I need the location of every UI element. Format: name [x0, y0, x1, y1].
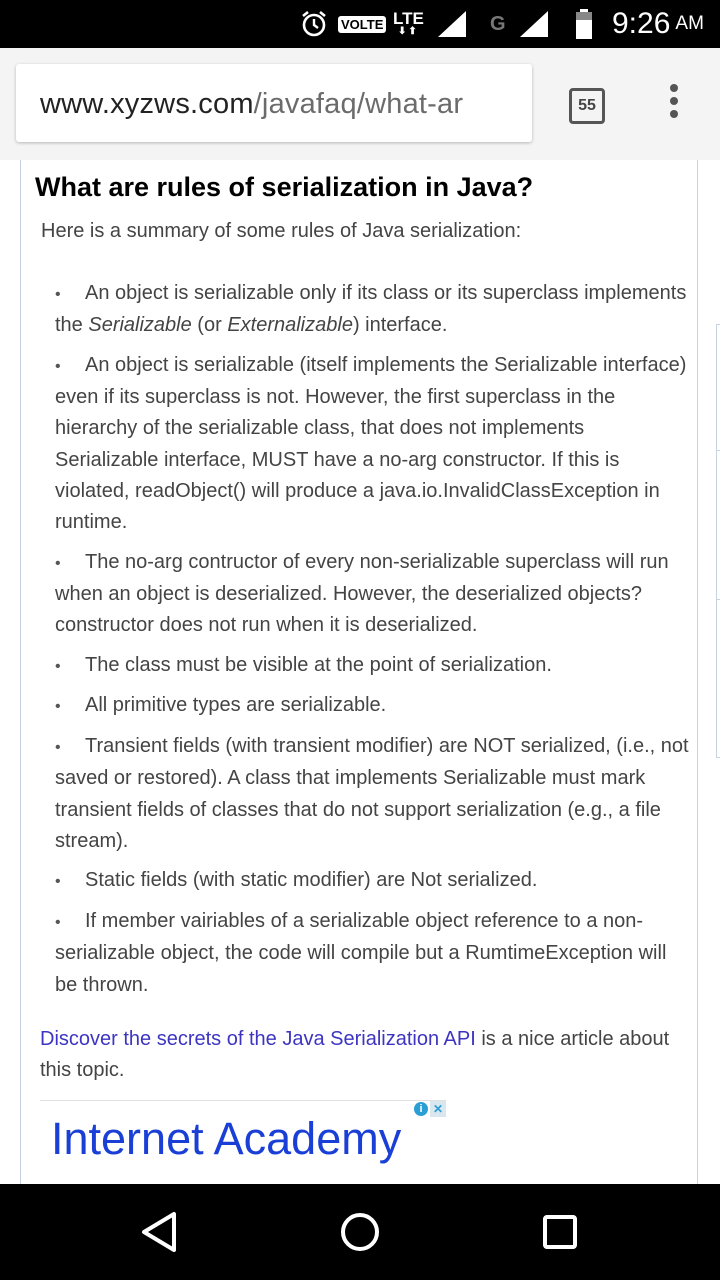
status-bar: VOLTE LTE ⬇⬆ G 9:26 AM — [0, 0, 720, 48]
url-domain: www.xyzws.com — [40, 88, 254, 120]
web-page[interactable]: What are rules of serialization in Java?… — [0, 160, 720, 1184]
tab-switcher-button[interactable]: 55 — [569, 88, 605, 124]
volte-badge: VOLTE — [338, 0, 387, 48]
alarm-icon — [300, 0, 328, 48]
list-item: • An object is serializable only if its c… — [55, 282, 687, 337]
ad-title[interactable]: Internet Academy — [51, 1113, 401, 1165]
list-item: • The class must be visible at the point … — [55, 653, 552, 676]
list-item: • The no-arg contructor of every non-seri… — [55, 550, 669, 637]
page-title: What are rules of serialization in Java? — [35, 172, 534, 202]
article-link[interactable]: Discover the secrets of the Java Seriali… — [40, 1028, 476, 1050]
recents-icon[interactable] — [530, 1184, 590, 1280]
network-g-label: G — [490, 12, 506, 35]
ad-choices[interactable]: i ✕ — [413, 1101, 446, 1117]
list-item: • If member vairiables of a serializable … — [55, 910, 667, 996]
list-item: • An object is serializable (itself imple… — [55, 353, 687, 533]
side-frame — [716, 450, 720, 758]
close-icon[interactable]: ✕ — [430, 1101, 446, 1117]
back-icon[interactable] — [130, 1184, 190, 1280]
rules-list: • An object is serializable only if its c… — [55, 278, 691, 1009]
more-vert-icon[interactable] — [666, 84, 682, 124]
navigation-bar — [0, 1184, 720, 1280]
browser-toolbar: www.xyzws.com/javafaq/what-ar 55 — [0, 48, 720, 160]
url-path: /javafaq/what-ar — [253, 88, 464, 120]
list-item: • Transient fields (with transient modifi… — [55, 735, 689, 852]
clock: 9:26 AM — [612, 7, 704, 40]
intro-text: Here is a summary of some rules of Java … — [41, 220, 522, 242]
outro-paragraph: Discover the secrets of the Java Seriali… — [40, 1028, 670, 1081]
url-fade — [496, 64, 532, 142]
signal-icon — [436, 0, 468, 48]
signal-icon — [518, 0, 550, 48]
list-item: • Static fields (with static modifier) ar… — [55, 869, 538, 892]
ad-banner[interactable]: i ✕ Internet Academy — [40, 1100, 446, 1184]
home-icon[interactable] — [330, 1184, 390, 1280]
info-icon[interactable]: i — [414, 1102, 428, 1116]
list-item: • All primitive types are serializable. — [55, 694, 387, 717]
url-text[interactable]: www.xyzws.com/javafaq/what-ar — [40, 88, 463, 121]
battery-icon — [575, 0, 593, 48]
lte-indicator: LTE ⬇⬆ — [393, 9, 424, 37]
url-bar[interactable]: www.xyzws.com/javafaq/what-ar — [16, 64, 532, 142]
